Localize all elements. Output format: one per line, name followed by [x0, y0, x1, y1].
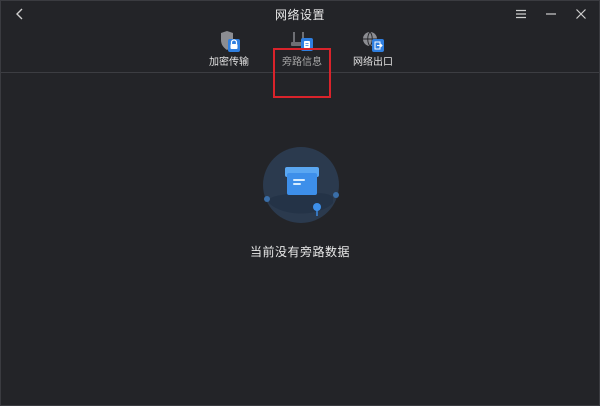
tab-encrypt[interactable]: 加密传输 — [199, 27, 259, 72]
tab-exit[interactable]: 网络出口 — [343, 27, 403, 72]
menu-button[interactable] — [509, 4, 533, 24]
globe-exit-icon — [360, 30, 386, 54]
close-icon — [576, 9, 586, 19]
network-settings-window: 网络设置 加密传输 旁路信息 网络出口 当前没有旁路数据 — [0, 0, 600, 406]
close-button[interactable] — [569, 4, 593, 24]
tab-encrypt-label: 加密传输 — [209, 57, 249, 68]
window-controls — [509, 4, 593, 24]
title-bar: 网络设置 — [1, 1, 599, 27]
tab-bar: 加密传输 旁路信息 网络出口 — [1, 27, 599, 98]
empty-state-message: 当前没有旁路数据 — [249, 245, 350, 259]
empty-state: 当前没有旁路数据 — [1, 73, 599, 406]
tab-exit-label: 网络出口 — [353, 57, 393, 68]
minimize-icon — [546, 13, 556, 15]
minimize-button[interactable] — [539, 4, 563, 24]
menu-icon — [516, 9, 526, 19]
empty-box-icon — [259, 147, 343, 227]
shield-lock-icon — [216, 30, 242, 54]
